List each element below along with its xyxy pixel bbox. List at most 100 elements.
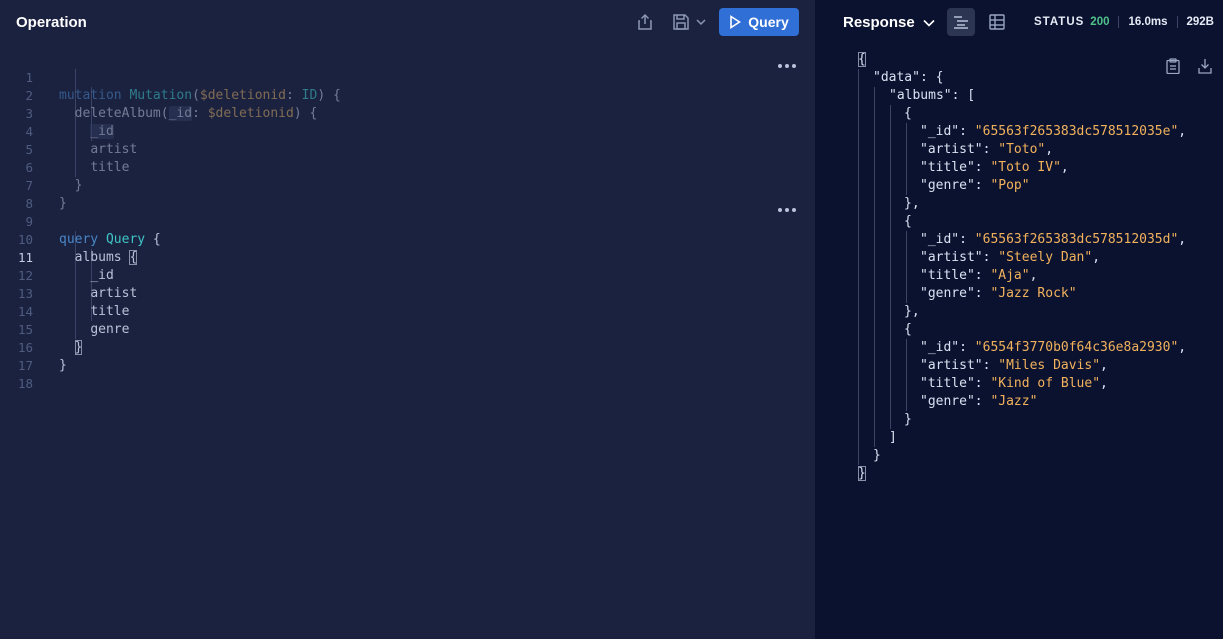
query-editor[interactable]: 1 mutation Mutation($deletionid: ID) { 2…	[0, 51, 815, 391]
code-line: 6 }	[0, 141, 815, 193]
json-key: "_id"	[920, 340, 960, 355]
code-line: 2 deleteAlbum(_id: $deletionid) {	[0, 69, 815, 121]
json-line: "title": "Aja",	[920, 268, 1038, 283]
json-value: "Toto IV"	[990, 160, 1061, 175]
json-line: },	[904, 304, 920, 319]
indent-guide	[906, 231, 907, 303]
json-key: "title"	[920, 160, 975, 175]
json-line: {	[904, 106, 912, 121]
code-line: 7 }	[0, 159, 815, 211]
save-icon[interactable]	[671, 12, 691, 32]
json-line: {	[858, 52, 866, 67]
json-line: "artist": "Steely Dan",	[920, 250, 1101, 265]
json-key: "albums"	[889, 88, 952, 103]
status-code: 200	[1090, 16, 1110, 28]
json-value: "Kind of Blue"	[990, 376, 1101, 391]
response-size: 292B	[1176, 16, 1223, 28]
code-line: 3 _id	[0, 87, 815, 139]
json-key: "genre"	[920, 286, 975, 301]
more-icon[interactable]	[777, 205, 797, 215]
code-line: 8	[0, 177, 815, 211]
json-value: "Steely Dan"	[998, 250, 1093, 265]
response-time: 16.0ms	[1118, 16, 1176, 28]
json-value: "Pop"	[990, 178, 1030, 193]
operation-title: Operation	[16, 14, 87, 31]
code-line: 14 genre	[0, 285, 815, 337]
response-panel: Response STATUS 200 16.0ms 292B {"data"…	[815, 0, 1223, 639]
code-line: 13 title	[0, 267, 815, 319]
json-key: "artist"	[920, 358, 983, 373]
json-key: "data"	[873, 70, 920, 85]
response-status: STATUS 200 16.0ms 292B	[1025, 15, 1223, 29]
json-key: "title"	[920, 376, 975, 391]
share-icon[interactable]	[635, 12, 655, 32]
json-value: "Toto"	[998, 142, 1046, 157]
run-button-label: Query	[748, 14, 789, 30]
json-line: }	[904, 412, 912, 427]
json-line: ]	[889, 430, 897, 445]
json-key: "title"	[920, 268, 975, 283]
operation-header: Operation Query	[0, 0, 815, 44]
play-icon	[730, 15, 742, 29]
code-line: 4 artist	[0, 105, 815, 157]
json-line: "_id": "6554f3770b0f64c36e8a2930",	[920, 340, 1187, 355]
operation-panel: Operation Query 1 mutation Mutation($del…	[0, 0, 815, 639]
more-icon[interactable]	[777, 61, 797, 71]
code-line: 10 albums {	[0, 213, 815, 265]
json-line: "title": "Kind of Blue",	[920, 376, 1108, 391]
json-line: "albums": [	[889, 88, 976, 103]
json-line: "artist": "Miles Davis",	[920, 358, 1108, 373]
code-line: 11 _id	[0, 231, 815, 283]
json-line: }	[873, 448, 881, 463]
json-line: "data": {	[873, 70, 944, 85]
json-value: "Jazz"	[990, 394, 1038, 409]
json-key: "artist"	[920, 142, 983, 157]
chevron-down-icon	[923, 19, 935, 27]
json-line: "artist": "Toto",	[920, 142, 1054, 157]
response-title: Response	[843, 14, 915, 31]
run-query-button[interactable]: Query	[719, 8, 799, 36]
indent-guide	[906, 123, 907, 195]
clipboard-icon[interactable]	[1165, 58, 1181, 74]
json-line: "_id": "65563f265383dc578512035d",	[920, 232, 1187, 247]
json-line: "genre": "Jazz Rock"	[920, 286, 1077, 301]
json-value: "Aja"	[990, 268, 1030, 283]
line-number: 18	[17, 376, 33, 391]
text-view-icon[interactable]	[947, 8, 975, 36]
json-line: {	[904, 214, 912, 229]
json-value: "Jazz Rock"	[990, 286, 1077, 301]
json-line: {	[904, 322, 912, 337]
json-line: "_id": "65563f265383dc578512035e",	[920, 124, 1187, 139]
json-value: "65563f265383dc578512035e"	[974, 124, 1179, 139]
code-line: 16 }	[0, 321, 815, 373]
json-line: "genre": "Jazz"	[920, 394, 1038, 409]
json-value: "Miles Davis"	[998, 358, 1101, 373]
chevron-down-icon[interactable]	[694, 12, 708, 32]
json-value: "6554f3770b0f64c36e8a2930"	[974, 340, 1179, 355]
indent-guide	[858, 69, 859, 465]
response-dropdown[interactable]: Response	[843, 14, 935, 31]
status-label: STATUS	[1034, 16, 1085, 28]
code-line: 1 mutation Mutation($deletionid: ID) {	[0, 51, 815, 103]
code-line: 15 }	[0, 303, 815, 355]
json-line: "title": "Toto IV",	[920, 160, 1069, 175]
json-line: },	[904, 196, 920, 211]
indent-guide	[890, 105, 891, 429]
json-key: "genre"	[920, 178, 975, 193]
code-line: 5 title	[0, 123, 815, 175]
code-line: 17	[0, 339, 815, 373]
table-view-icon[interactable]	[983, 8, 1011, 36]
code-line: 12 artist	[0, 249, 815, 301]
code-line: 9 query Query {	[0, 195, 815, 247]
json-key: "artist"	[920, 250, 983, 265]
download-icon[interactable]	[1197, 58, 1213, 74]
code-line: 18	[0, 357, 815, 391]
json-key: "genre"	[920, 394, 975, 409]
json-value: "65563f265383dc578512035d"	[974, 232, 1179, 247]
indent-guide	[906, 339, 907, 411]
json-key: "_id"	[920, 124, 960, 139]
json-line: "genre": "Pop"	[920, 178, 1030, 193]
indent-guide	[874, 87, 875, 447]
json-key: "_id"	[920, 232, 960, 247]
json-line: }	[858, 466, 866, 481]
